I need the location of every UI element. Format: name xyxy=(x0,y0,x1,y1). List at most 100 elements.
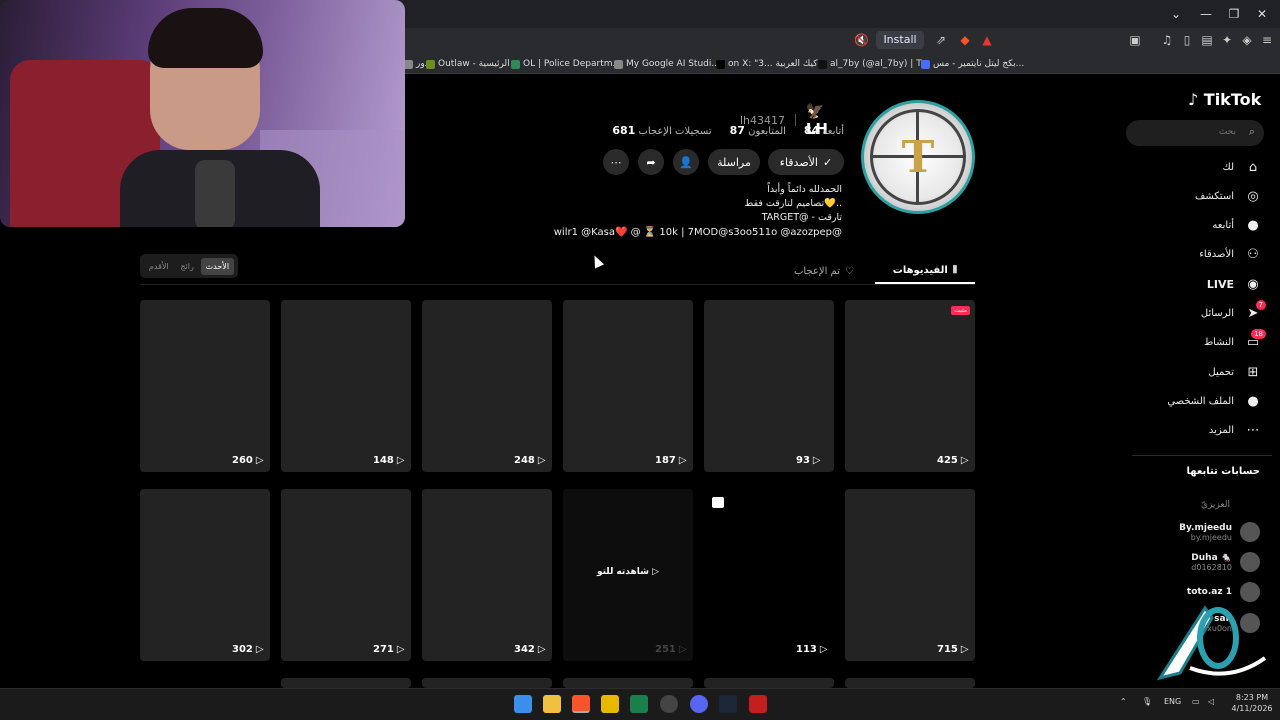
account-text: Duha 🐁 d0162810 xyxy=(1191,553,1232,572)
play-icon: ▷ xyxy=(678,455,687,466)
stat-following[interactable]: 84 أتابعه xyxy=(800,124,844,137)
share-icon[interactable]: ⇗ xyxy=(934,33,948,47)
mouse-cursor xyxy=(589,253,605,269)
just-watched-text: شاهدته للتو xyxy=(596,567,649,577)
bookmark-item[interactable]: on X: "3... كيك العربية xyxy=(716,57,818,71)
video-card[interactable]: شاهدته للتو ▷ 251 ▷ xyxy=(563,489,693,661)
view-count: 271 ▷ xyxy=(373,644,405,655)
excel-icon[interactable] xyxy=(630,695,648,713)
share-profile-button[interactable]: ➦ xyxy=(638,149,664,175)
sidebar-item[interactable]: المزيد ⋯ xyxy=(1140,420,1262,442)
steam-icon[interactable] xyxy=(719,695,737,713)
sort-popular[interactable]: رائج xyxy=(175,258,198,275)
sidebar-item[interactable]: LIVE ◉ xyxy=(1140,273,1262,295)
play-icon: ▷ xyxy=(960,644,969,655)
tiktok-logo[interactable]: ♪ TikTok xyxy=(1188,90,1261,109)
video-card[interactable]: 148 ▷ xyxy=(281,300,411,472)
clock-time: 8:23 PM xyxy=(1235,693,1269,702)
account-handle: by.mjeedu xyxy=(1190,532,1232,542)
file-explorer-icon[interactable] xyxy=(543,695,561,713)
sidebar-item[interactable]: الأصدقاء ⚇ xyxy=(1140,244,1262,266)
tray-chevron-icon[interactable]: ⌃ xyxy=(1120,697,1127,706)
bookmark-label: My Google AI Studi... xyxy=(626,59,720,69)
wallet-icon[interactable]: ▤ xyxy=(1200,33,1214,47)
mic-icon[interactable]: 🎙 xyxy=(1142,697,1152,706)
video-card[interactable]: 715 ▷ xyxy=(845,489,975,661)
menu-icon[interactable]: ≡ xyxy=(1260,33,1274,47)
stat-followers[interactable]: 87 المتابعون xyxy=(726,124,786,137)
follow-suggest-button[interactable]: 👤 xyxy=(673,149,699,175)
maximize-button[interactable]: ❐ xyxy=(1226,6,1242,22)
search-input[interactable]: بحث ⌕ xyxy=(1126,120,1264,146)
video-card[interactable]: 93 ▷ xyxy=(704,300,834,472)
view-count-number: 425 xyxy=(937,455,958,466)
sidebar-item[interactable]: الملف الشخصي ● xyxy=(1140,390,1262,412)
video-card-partial[interactable] xyxy=(704,678,834,688)
brave-shield-icon[interactable]: ◆ xyxy=(958,33,972,47)
video-card-partial[interactable] xyxy=(281,678,411,688)
app-icon[interactable] xyxy=(601,695,619,713)
reader-icon[interactable]: ▯ xyxy=(1180,33,1194,47)
video-card[interactable]: 260 ▷ xyxy=(140,300,270,472)
video-card[interactable]: 302 ▷ xyxy=(140,489,270,661)
adobe-icon[interactable] xyxy=(749,695,767,713)
install-button[interactable]: Install xyxy=(876,31,924,49)
sort-oldest[interactable]: الأقدم xyxy=(144,258,174,275)
sidebar-item[interactable]: استكشف ◎ xyxy=(1140,185,1262,207)
network-icon[interactable]: ▭ xyxy=(1192,697,1200,706)
view-count-number: 302 xyxy=(232,644,253,655)
chatgpt-icon[interactable] xyxy=(660,695,678,713)
video-card[interactable]: 187 ▷ xyxy=(563,300,693,472)
sidebar-toggle-icon[interactable]: ▣ xyxy=(1128,33,1142,47)
video-card[interactable]: مثبت 425 ▷ xyxy=(845,300,975,472)
sidebar-item[interactable]: لك ⌂ xyxy=(1140,156,1262,178)
sidebar-item[interactable]: تحميل ⊞ xyxy=(1140,361,1262,383)
tab-liked[interactable]: تم الإعجاب ♡ xyxy=(784,258,864,284)
following-account[interactable]: By.mjeedu by.mjeedu xyxy=(1150,520,1260,544)
bookmark-item[interactable]: al_7by (@al_7by) | T... xyxy=(818,57,929,71)
tab-videos[interactable]: الفيديوهات ⦀ xyxy=(875,258,975,284)
video-card-partial[interactable] xyxy=(563,678,693,688)
start-icon[interactable] xyxy=(514,695,532,713)
profile-avatar[interactable]: T xyxy=(861,100,975,214)
friends-button[interactable]: الأصدقاء ✓ xyxy=(768,149,844,175)
following-count: 84 xyxy=(803,124,820,137)
leo-icon[interactable]: ✦ xyxy=(1220,33,1234,47)
view-count-number: 260 xyxy=(232,455,253,466)
video-card[interactable]: 342 ▷ xyxy=(422,489,552,661)
view-count-number: 271 xyxy=(373,644,394,655)
video-card[interactable]: 113 ▷ xyxy=(704,489,834,661)
video-card[interactable]: 271 ▷ xyxy=(281,489,411,661)
video-card-partial[interactable] xyxy=(845,678,975,688)
sort-latest[interactable]: الأحدث xyxy=(200,257,235,275)
sidebar-item[interactable]: النشاط ▭ 18 xyxy=(1140,328,1266,354)
message-button[interactable]: مراسلة xyxy=(708,149,760,175)
more-options-button[interactable]: ⋯ xyxy=(603,149,629,175)
bookmark-item[interactable]: دور xyxy=(404,57,429,71)
bookmark-item[interactable]: بكج ليتل نايتمير - مس... xyxy=(921,57,1024,71)
rewards-icon[interactable]: ▲ xyxy=(980,33,994,47)
bookmark-item[interactable]: OL | Police Departm... xyxy=(511,57,621,71)
volume-icon[interactable]: ◁ xyxy=(1208,697,1214,706)
tab-search-icon[interactable]: ⌄ xyxy=(1168,6,1184,22)
clock[interactable]: 8:23 PM 4/11/2026 xyxy=(1230,692,1274,714)
mute-icon[interactable]: 🔇 xyxy=(854,33,869,47)
bookmark-favicon-icon xyxy=(818,59,827,69)
video-card-partial[interactable] xyxy=(422,678,552,688)
vpn-icon[interactable]: ◈ xyxy=(1240,33,1254,47)
brave-icon[interactable] xyxy=(572,695,590,713)
sidebar-item[interactable]: أتابعه ● xyxy=(1140,215,1262,237)
activity-icon: ▭ 18 xyxy=(1244,328,1266,352)
play-icon: ▷ xyxy=(648,567,660,577)
following-account[interactable]: Duha 🐁 d0162810 xyxy=(1150,550,1260,574)
close-button[interactable]: ✕ xyxy=(1254,6,1270,22)
sidebar-item[interactable]: الرسائل ➤ 7 xyxy=(1140,299,1266,325)
discord-icon[interactable] xyxy=(690,695,708,713)
check-icon: ✓ xyxy=(823,155,833,169)
bookmark-item[interactable]: My Google AI Studi... xyxy=(614,57,720,71)
language-indicator[interactable]: ENG xyxy=(1164,697,1181,706)
bookmark-item[interactable]: Outlaw - الرئيسية xyxy=(426,57,510,71)
minimize-button[interactable]: — xyxy=(1198,6,1214,22)
media-icon[interactable]: ♫ xyxy=(1160,33,1174,47)
video-card[interactable]: 248 ▷ xyxy=(422,300,552,472)
